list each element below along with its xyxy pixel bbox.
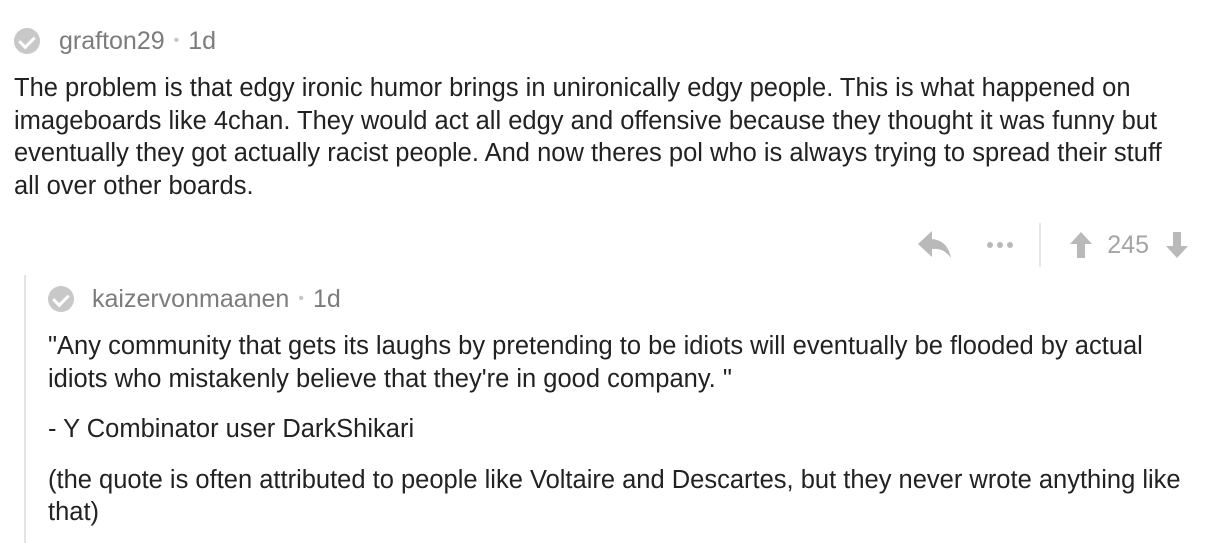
comment-grafton29: grafton29 • 1d The problem is that edgy … (14, 26, 1194, 202)
upvote-arrow-icon[interactable] (1069, 231, 1093, 259)
actions-divider (1039, 223, 1042, 267)
comment-age: 1d (188, 26, 217, 55)
comment-body: The problem is that edgy ironic humor br… (14, 74, 1162, 200)
comment-kaizervonmaanen: kaizervonmaanen • 1d "Any community that… (48, 284, 1188, 529)
reply-author[interactable]: kaizervonmaanen (92, 285, 289, 314)
vote-score: 245 (1107, 230, 1149, 259)
meta-separator: • (173, 32, 180, 49)
reply-age: 1d (312, 284, 341, 313)
check-circle-icon (14, 28, 40, 54)
more-dots-icon[interactable] (987, 242, 1014, 248)
reply-arrow-icon[interactable] (917, 229, 953, 261)
downvote-arrow-icon[interactable] (1165, 231, 1189, 259)
reply-paragraph: - Y Combinator user DarkShikari (48, 415, 415, 443)
meta-separator: • (298, 290, 304, 307)
comment-actions: 245 (917, 222, 1189, 268)
reply-paragraph: "Any community that gets its laughs by p… (48, 332, 1143, 393)
check-circle-icon (48, 286, 74, 312)
thread-line[interactable] (24, 275, 26, 543)
reply-meta: kaizervonmaanen • 1d (48, 284, 1188, 314)
reply-body: "Any community that gets its laughs by p… (48, 330, 1188, 529)
comment-meta: grafton29 • 1d (14, 26, 1194, 56)
reply-paragraph: (the quote is often attributed to people… (48, 465, 1181, 527)
comment-author[interactable]: grafton29 (59, 27, 165, 56)
